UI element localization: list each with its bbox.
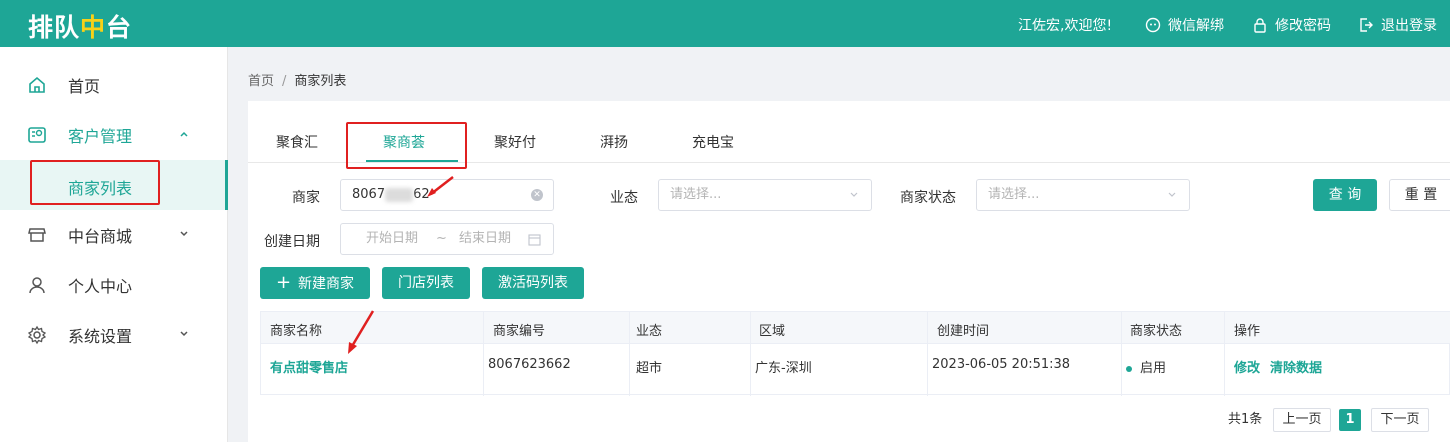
th-status: 商家状态 xyxy=(1130,324,1183,339)
annotation-box-tab xyxy=(346,122,467,169)
date-range-picker[interactable]: 开始日期 ~ 结束日期 xyxy=(340,223,554,255)
th-actions: 操作 xyxy=(1234,324,1261,339)
breadcrumb-current: 商家列表 xyxy=(294,74,347,89)
sidebar-item-label: 个人中心 xyxy=(68,277,133,296)
logout-icon xyxy=(1360,18,1373,32)
store-list-button[interactable]: 门店列表 xyxy=(382,267,470,299)
redacted-mask xyxy=(385,187,414,202)
chevron-down-icon xyxy=(850,192,858,197)
lock-icon xyxy=(1254,18,1266,33)
tab-chongdianbao[interactable]: 充电宝 xyxy=(692,132,734,152)
customer-icon xyxy=(28,127,46,143)
prev-page-button[interactable]: 上一页 xyxy=(1273,408,1331,432)
sidebar-item-label: 系统设置 xyxy=(68,327,133,346)
merchant-label: 商家 xyxy=(292,190,320,206)
clear-icon[interactable]: ✕ xyxy=(531,189,543,201)
sidebar-item-label: 首页 xyxy=(68,77,101,96)
sidebar-item-home[interactable]: 首页 xyxy=(0,60,228,110)
user-icon xyxy=(29,277,45,294)
date-label: 创建日期 xyxy=(264,234,320,250)
tab-juhaofu[interactable]: 聚好付 xyxy=(494,132,536,152)
breadcrumb: 首页 / 商家列表 xyxy=(248,74,347,89)
activation-code-list-button[interactable]: 激活码列表 xyxy=(482,267,584,299)
tab-paiyang[interactable]: 湃扬 xyxy=(600,132,628,152)
chevron-down-icon xyxy=(1168,192,1176,197)
tab-jushihui[interactable]: 聚食汇 xyxy=(276,132,318,152)
calendar-icon xyxy=(528,234,541,246)
reset-button[interactable]: 重 置 xyxy=(1389,179,1450,211)
next-page-button[interactable]: 下一页 xyxy=(1371,408,1429,432)
app-logo: 排队中台 xyxy=(28,13,133,42)
plus-icon: + xyxy=(275,272,292,293)
breadcrumb-home[interactable]: 首页 xyxy=(248,74,274,89)
sidebar-item-personal[interactable]: 个人中心 xyxy=(0,260,228,310)
table-header: 商家名称 商家编号 业态 区域 创建时间 商家状态 操作 xyxy=(261,312,1450,344)
status-badge: 启用 xyxy=(1126,357,1166,376)
sidebar: 首页 客户管理 商家列表 中台商城 个人中心 系统设置 xyxy=(0,47,228,442)
business-select[interactable]: 请选择... xyxy=(658,179,872,211)
merchant-created: 2023-06-05 20:51:38 xyxy=(932,357,1071,372)
gear-icon xyxy=(27,325,47,345)
sidebar-item-label: 客户管理 xyxy=(68,127,133,146)
th-name: 商家名称 xyxy=(270,324,323,339)
change-password-link[interactable]: 修改密码 xyxy=(1252,15,1331,35)
top-bar: 排队中台 江佐宏,欢迎您! 微信解绑 修改密码 退出登录 xyxy=(0,0,1450,47)
logout-link[interactable]: 退出登录 xyxy=(1358,15,1437,35)
merchant-code: 8067623662 xyxy=(488,357,571,372)
merchant-name-link[interactable]: 有点甜零售店 xyxy=(270,357,348,376)
clear-data-link[interactable]: 清除数据 xyxy=(1270,357,1322,376)
annotation-arrow-row xyxy=(348,310,375,354)
status-dot-icon xyxy=(1126,365,1132,372)
status-label: 商家状态 xyxy=(900,190,956,206)
sidebar-item-settings[interactable]: 系统设置 xyxy=(0,310,228,360)
date-start: 开始日期 xyxy=(366,231,419,246)
merchant-region: 广东-深圳 xyxy=(755,361,812,376)
pagination-total: 共1条 xyxy=(1228,412,1263,427)
chevron-down-icon xyxy=(180,231,188,237)
wechat-unbind-link[interactable]: 微信解绑 xyxy=(1145,15,1224,35)
merchant-business: 超市 xyxy=(636,361,663,376)
annotation-box-sidebar xyxy=(30,160,160,205)
wechat-icon xyxy=(1145,17,1161,33)
edit-link[interactable]: 修改 xyxy=(1234,357,1260,376)
query-button[interactable]: 查 询 xyxy=(1313,179,1377,211)
page-1-button[interactable]: 1 xyxy=(1339,409,1361,431)
merchant-table: 商家名称 商家编号 业态 区域 创建时间 商家状态 操作 有点甜零售店 8067… xyxy=(260,311,1450,396)
new-merchant-button[interactable]: + 新建商家 xyxy=(260,267,370,299)
welcome-text: 江佐宏,欢迎您! xyxy=(1018,18,1113,34)
date-end: 结束日期 xyxy=(459,231,512,246)
business-label: 业态 xyxy=(610,190,638,206)
annotation-arrow-input xyxy=(427,176,454,197)
th-created: 创建时间 xyxy=(937,324,990,339)
store-icon xyxy=(28,228,46,242)
status-select[interactable]: 请选择... xyxy=(976,179,1190,211)
home-icon xyxy=(29,76,45,93)
sidebar-item-mall[interactable]: 中台商城 xyxy=(0,210,228,260)
chevron-up-icon xyxy=(180,131,188,137)
sidebar-item-customer[interactable]: 客户管理 xyxy=(0,110,228,160)
th-code: 商家编号 xyxy=(493,324,546,339)
th-business: 业态 xyxy=(636,324,663,339)
th-region: 区域 xyxy=(759,324,786,339)
sidebar-item-label: 中台商城 xyxy=(68,227,133,246)
chevron-down-icon xyxy=(180,331,188,337)
